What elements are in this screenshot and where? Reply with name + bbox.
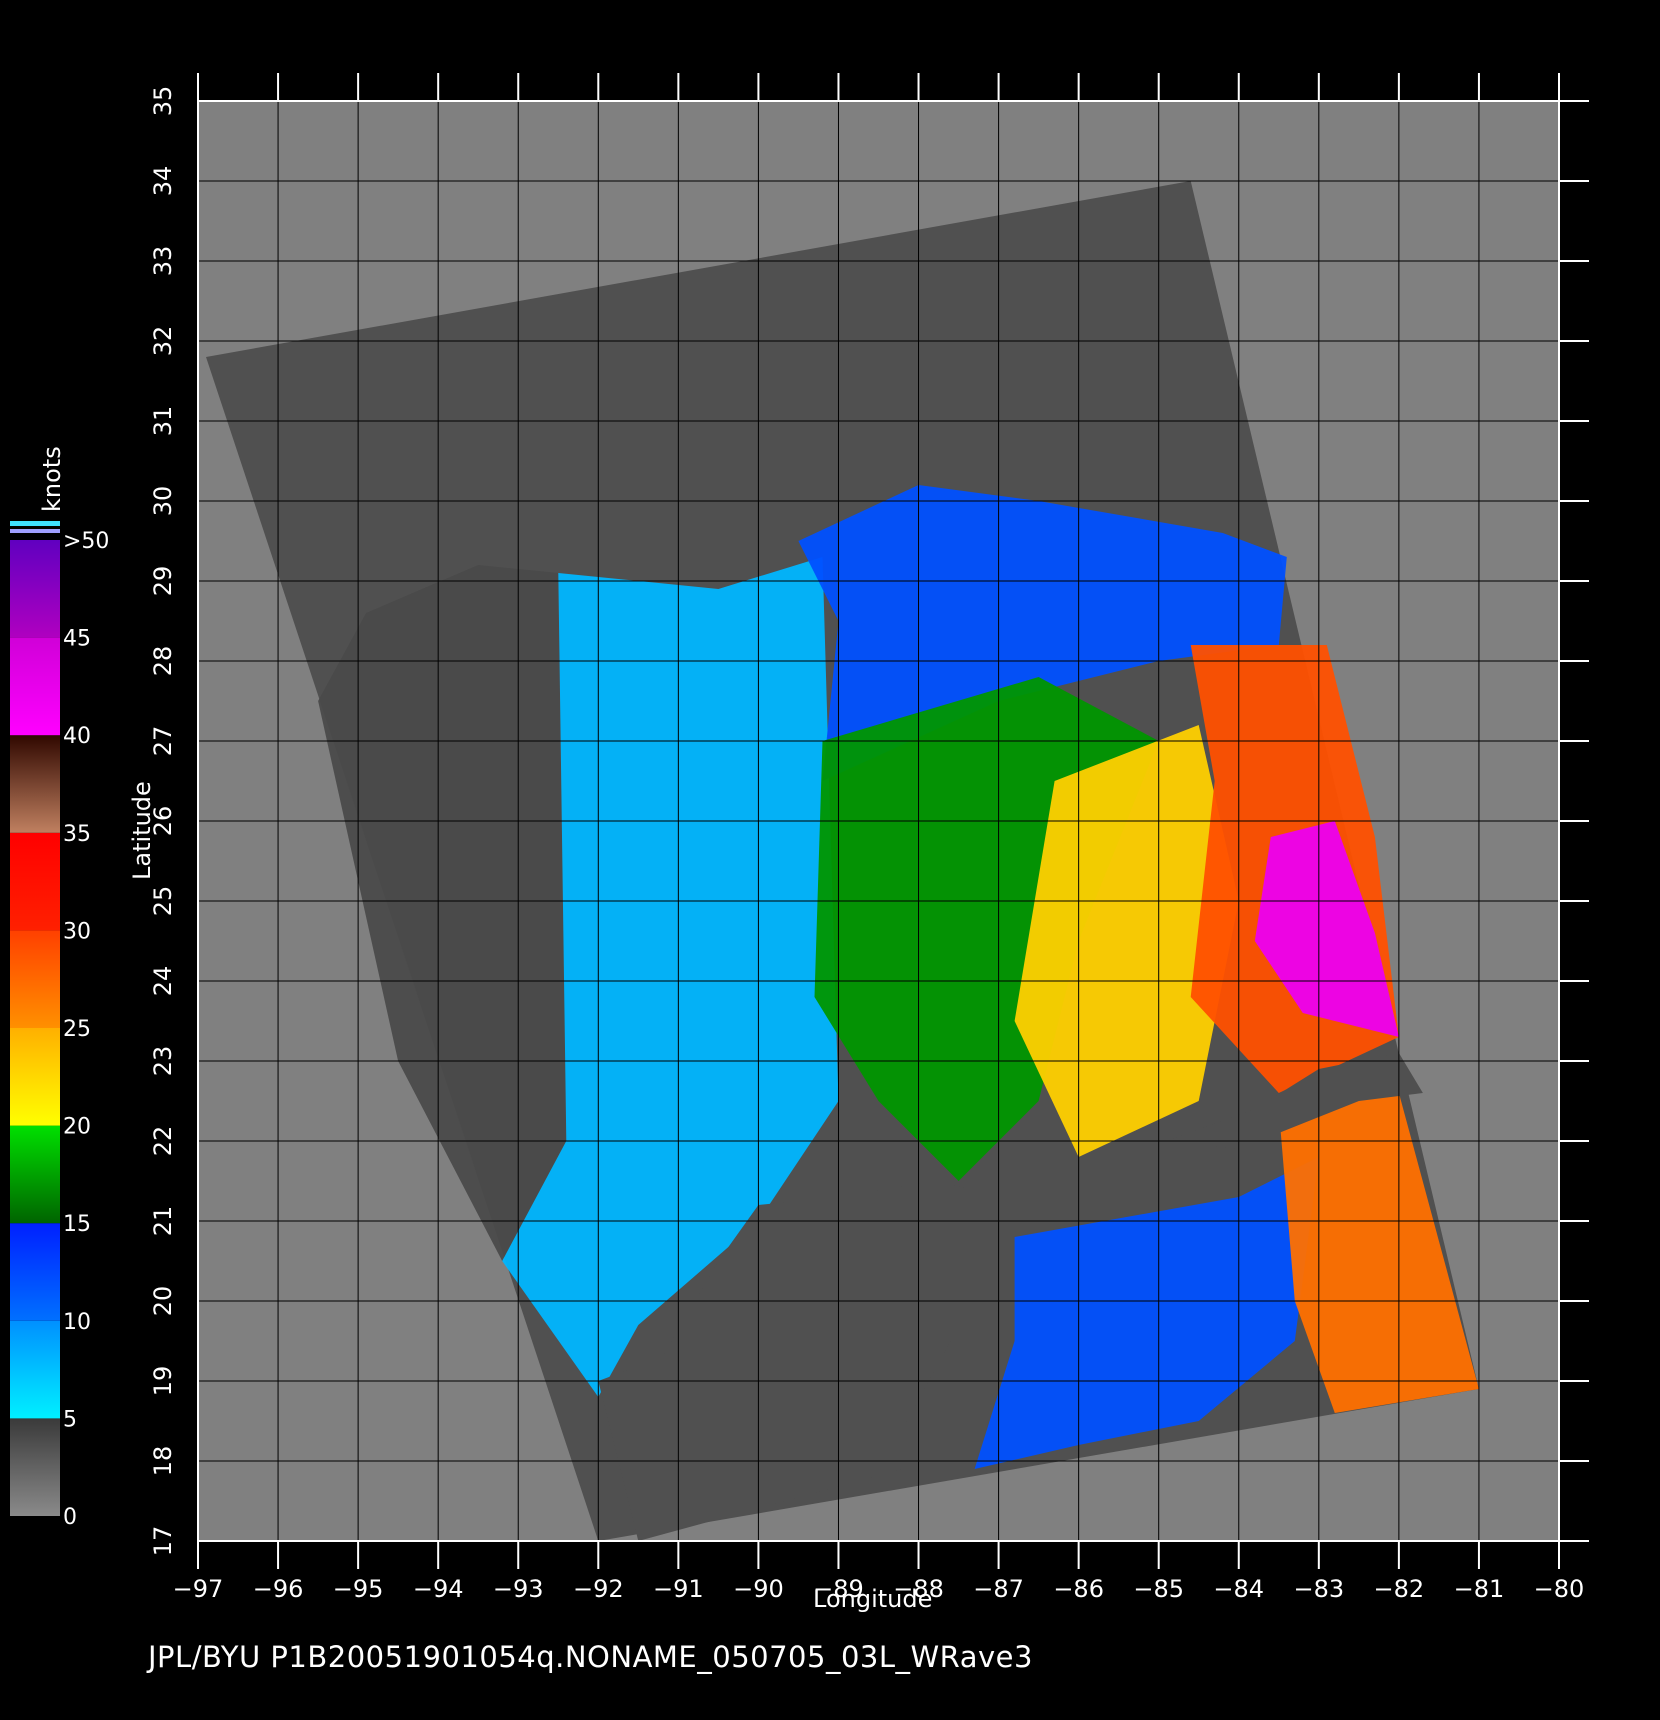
x-tick-label: −87 — [973, 1575, 1024, 1603]
x-tick-label: −82 — [1374, 1575, 1425, 1603]
colorbar-overflow-stripe — [10, 521, 60, 526]
x-tick-label: −95 — [333, 1575, 384, 1603]
x-tick-label: −83 — [1293, 1575, 1344, 1603]
y-tick-label: 32 — [149, 326, 177, 357]
y-tick-label: 28 — [149, 646, 177, 677]
colorbar-label: 5 — [63, 1407, 77, 1432]
colorbar-band — [10, 832, 60, 931]
x-tick-label: −80 — [1534, 1575, 1585, 1603]
y-tick-label: 33 — [149, 246, 177, 277]
colorbar-band — [10, 637, 60, 736]
y-tick-label: 18 — [149, 1446, 177, 1477]
colorbar-band — [10, 1125, 60, 1224]
colorbar-band — [10, 735, 60, 833]
x-tick-label: −81 — [1454, 1575, 1505, 1603]
x-tick-label: −84 — [1213, 1575, 1264, 1603]
x-axis-label: Longitude — [813, 1585, 933, 1613]
y-axis-label: Latitude — [128, 781, 156, 880]
y-tick-label: 35 — [149, 86, 177, 117]
product-caption: JPL/BYU P1B20051901054q.NONAME_050705_03… — [148, 1640, 1033, 1674]
y-tick-label: 34 — [149, 166, 177, 197]
x-tick-label: −94 — [413, 1575, 464, 1603]
colorbar-label: 45 — [63, 627, 91, 652]
y-tick-label: 21 — [149, 1206, 177, 1237]
colorbar-label: 40 — [63, 724, 91, 749]
y-tick-label: 22 — [149, 1126, 177, 1157]
y-tick-label: 25 — [149, 886, 177, 917]
colorbar-label: 35 — [63, 822, 91, 847]
y-tick-label: 27 — [149, 726, 177, 757]
x-tick-label: −90 — [733, 1575, 784, 1603]
colorbar-units-label: knots — [38, 446, 66, 512]
colorbar-label: 10 — [63, 1310, 91, 1335]
x-tick-label: −86 — [1053, 1575, 1104, 1603]
y-tick-label: 19 — [149, 1366, 177, 1397]
x-tick-label: −92 — [573, 1575, 624, 1603]
x-tick-label: −97 — [173, 1575, 224, 1603]
colorbar-band — [10, 540, 60, 638]
y-tick-label: 30 — [149, 486, 177, 517]
colorbar-overflow-stripe — [10, 529, 60, 533]
y-tick-label: 24 — [149, 966, 177, 997]
colorbar-label: >50 — [63, 529, 109, 554]
x-tick-label: −96 — [253, 1575, 304, 1603]
wind-map: −97 −96 −95 −94 −93 −92 −91 −90 −89 −88 −87 −86 −85−… — [10, 73, 1589, 1603]
colorbar-label: 25 — [63, 1017, 91, 1042]
x-tick-label: −93 — [493, 1575, 544, 1603]
y-tick-label: 23 — [149, 1046, 177, 1077]
colorbar-label: 30 — [63, 919, 91, 944]
y-tick-label: 17 — [149, 1526, 177, 1557]
colorbar-label: 20 — [63, 1115, 91, 1140]
colorbar-band — [10, 1028, 60, 1126]
y-tick-label: 29 — [149, 566, 177, 597]
colorbar-label: 0 — [63, 1505, 77, 1530]
colorbar-band — [10, 1418, 60, 1516]
y-tick-label: 31 — [149, 406, 177, 437]
colorbar-label: 15 — [63, 1212, 91, 1237]
x-tick-label: −85 — [1133, 1575, 1184, 1603]
colorbar-band — [10, 1320, 60, 1419]
colorbar-band — [10, 930, 60, 1028]
colorbar-band — [10, 1223, 60, 1321]
y-tick-label: 20 — [149, 1286, 177, 1317]
x-tick-label: −91 — [653, 1575, 704, 1603]
